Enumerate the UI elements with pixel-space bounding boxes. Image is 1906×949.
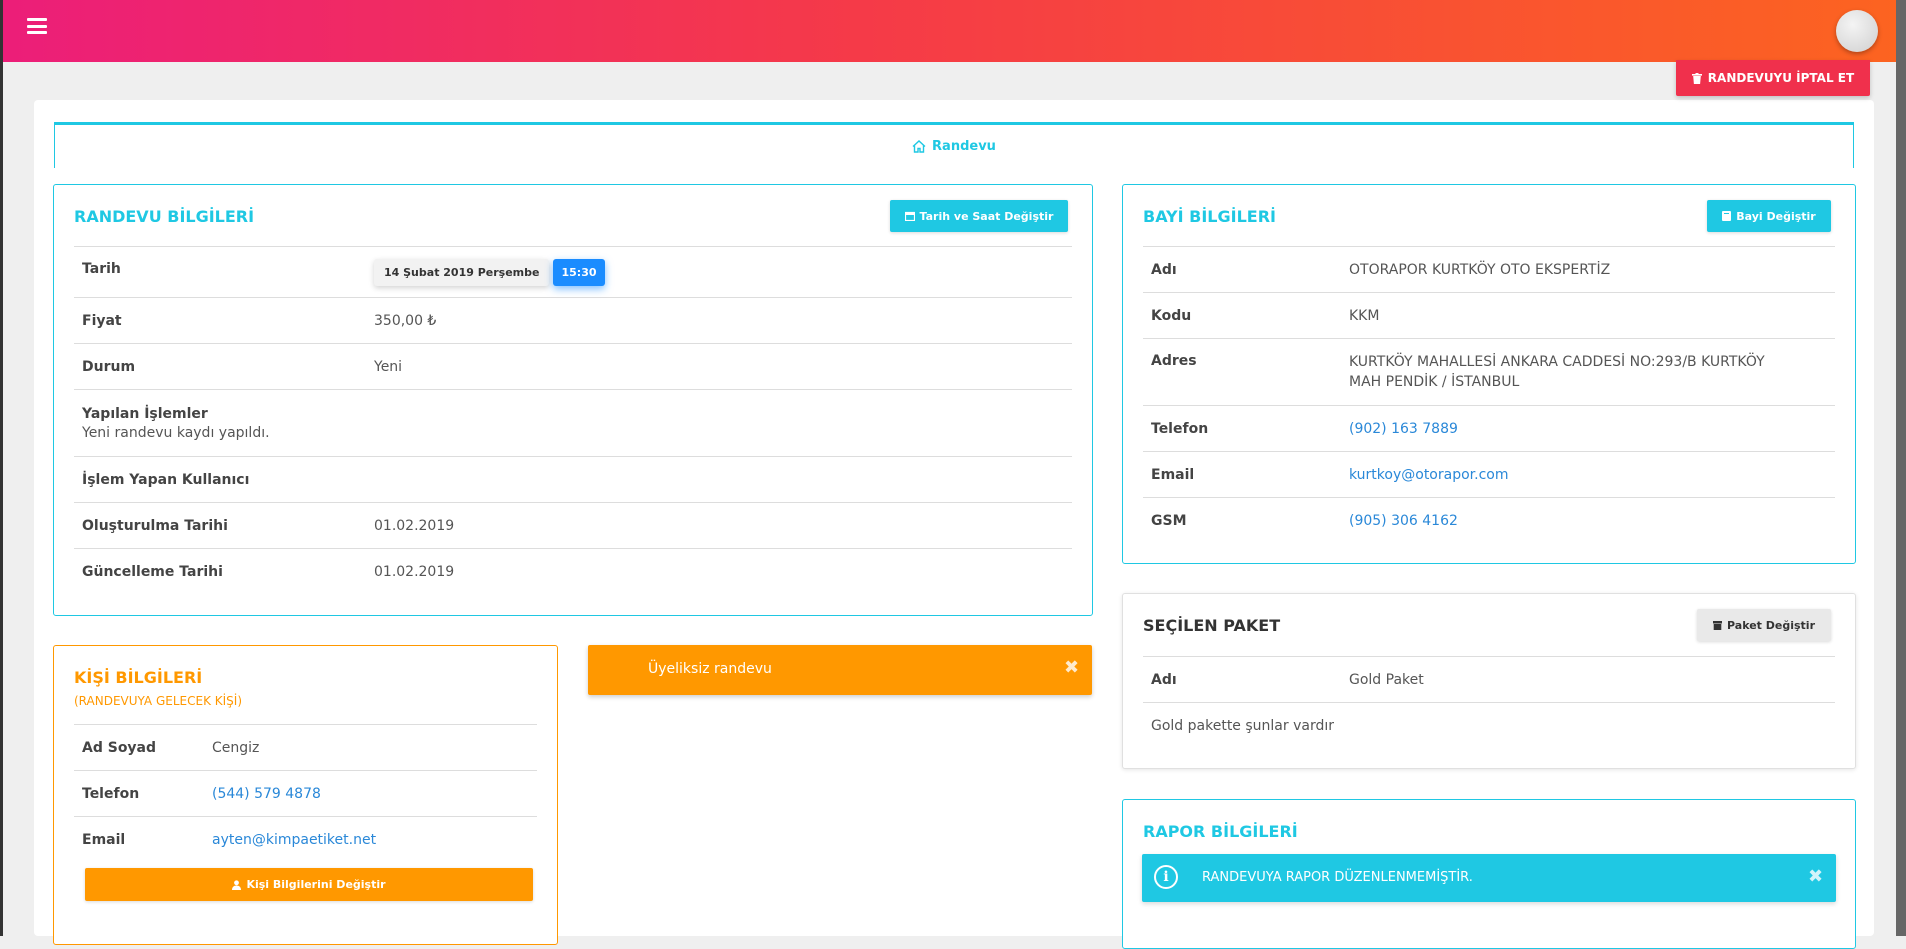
- table-row: İşlem Yapan Kullanıcı: [74, 456, 1072, 502]
- table-row: Telefon (544) 579 4878: [74, 770, 537, 816]
- phone-link[interactable]: (544) 579 4878: [212, 786, 321, 802]
- package-description: Gold pakette şunlar vardır: [1151, 717, 1334, 734]
- phone-link[interactable]: (902) 163 7889: [1349, 421, 1458, 437]
- table-row: Güncelleme Tarihi 01.02.2019: [74, 548, 1072, 594]
- randevu-card: RANDEVU BİLGİLERİ Tarih ve Saat Değiştir…: [53, 184, 1093, 616]
- kisi-table: Ad Soyad Cengiz Telefon (544) 579 4878 E…: [74, 724, 537, 862]
- info-icon: i: [1154, 865, 1178, 889]
- home-icon: [912, 140, 926, 153]
- archive-icon: [1713, 620, 1722, 630]
- table-row: Gold pakette şunlar vardır: [1143, 702, 1835, 748]
- table-row: Adı Gold Paket: [1143, 656, 1835, 702]
- row-value: OTORAPOR KURTKÖY OTO EKSPERTİZ: [1349, 261, 1611, 278]
- row-label: GSM: [1151, 512, 1187, 529]
- row-label: Güncelleme Tarihi: [82, 563, 223, 580]
- cancel-appointment-button[interactable]: RANDEVUYU İPTAL ET: [1676, 60, 1870, 96]
- bayi-title: BAYİ BİLGİLERİ: [1143, 207, 1276, 226]
- row-label: Tarih: [82, 261, 121, 277]
- row-label: Email: [82, 831, 126, 848]
- bayi-table: Adı OTORAPOR KURTKÖY OTO EKSPERTİZ Kodu …: [1143, 246, 1835, 543]
- date-chip: 14 Şubat 2019 Perşembe: [374, 259, 550, 286]
- kisi-title: KİŞİ BİLGİLERİ: [74, 668, 203, 687]
- change-package-label: Paket Değiştir: [1727, 618, 1815, 632]
- table-row: Adı OTORAPOR KURTKÖY OTO EKSPERTİZ: [1143, 246, 1835, 292]
- table-row: Email kurtkoy@otorapor.com: [1143, 451, 1835, 497]
- table-row: Tarih 14 Şubat 2019 Perşembe 15:30: [74, 246, 1072, 297]
- avatar[interactable]: [1836, 10, 1878, 52]
- kisi-card: KİŞİ BİLGİLERİ (RANDEVUYA GELECEK KİŞİ) …: [53, 645, 558, 945]
- window-edge: [0, 62, 3, 936]
- randevu-table: Tarih 14 Şubat 2019 Perşembe 15:30 Fiyat …: [74, 246, 1072, 594]
- top-navbar: [0, 0, 1906, 62]
- cancel-button-label: RANDEVUYU İPTAL ET: [1707, 71, 1855, 85]
- change-package-button[interactable]: Paket Değiştir: [1697, 609, 1831, 641]
- alert-text: RANDEVUYA RAPOR DÜZENLENMEMİŞTİR.: [1202, 870, 1473, 885]
- randevu-title: RANDEVU BİLGİLERİ: [74, 207, 255, 226]
- time-chip: 15:30: [553, 259, 605, 286]
- row-label: Ad Soyad: [82, 739, 157, 756]
- table-row: GSM (905) 306 4162: [1143, 497, 1835, 543]
- row-value: Gold Paket: [1349, 671, 1424, 688]
- email-link[interactable]: ayten@kimpaetiket.net: [212, 832, 376, 848]
- no-report-alert: i RANDEVUYA RAPOR DÜZENLENMEMİŞTİR. ✖: [1142, 854, 1836, 902]
- row-label: Kodu: [1151, 307, 1192, 324]
- calendar-icon: [904, 211, 915, 221]
- email-link[interactable]: kurtkoy@otorapor.com: [1349, 467, 1508, 483]
- bayi-card: BAYİ BİLGİLERİ Bayi Değiştir Adı OTORAPO…: [1122, 184, 1856, 564]
- table-row: Oluşturulma Tarihi 01.02.2019: [74, 502, 1072, 548]
- paket-table: Adı Gold Paket Gold pakette şunlar vardı…: [1143, 656, 1835, 748]
- table-row: Email ayten@kimpaetiket.net: [74, 816, 537, 862]
- row-value: 14 Şubat 2019 Perşembe 15:30: [374, 247, 605, 286]
- row-value: KKM: [1349, 307, 1380, 324]
- tab-randevu[interactable]: Randevu: [54, 122, 1854, 168]
- user-icon: [232, 879, 242, 890]
- trash-icon: [1691, 72, 1702, 84]
- row-value: Cengiz: [212, 739, 260, 756]
- table-row: Kodu KKM: [1143, 292, 1835, 338]
- row-value: 01.02.2019: [374, 517, 455, 534]
- row-label: Yapılan İşlemler: [82, 405, 208, 422]
- alert-text: Üyeliksiz randevu: [648, 661, 772, 677]
- row-label: Adı: [1151, 671, 1177, 688]
- table-row: Durum Yeni: [74, 343, 1072, 389]
- table-row: Fiyat 350,00 ₺: [74, 297, 1072, 343]
- paket-card: SEÇİLEN PAKET Paket Değiştir Adı Gold Pa…: [1122, 593, 1856, 769]
- kisi-subtitle: (RANDEVUYA GELECEK KİŞİ): [74, 694, 242, 708]
- close-icon[interactable]: ✖: [1064, 657, 1079, 678]
- rapor-title: RAPOR BİLGİLERİ: [1143, 822, 1298, 841]
- table-row: Ad Soyad Cengiz: [74, 724, 537, 770]
- book-icon: [1722, 211, 1732, 221]
- row-label: Telefon: [1151, 420, 1209, 437]
- row-label: Email: [1151, 466, 1195, 483]
- row-label: Adres: [1151, 353, 1197, 369]
- tab-label: Randevu: [932, 139, 996, 154]
- gsm-link[interactable]: (905) 306 4162: [1349, 513, 1458, 529]
- row-label: Adı: [1151, 261, 1177, 278]
- row-value: Yeni randevu kaydı yapıldı.: [82, 424, 270, 441]
- change-dealer-label: Bayi Değiştir: [1736, 209, 1816, 223]
- row-label: Durum: [82, 358, 136, 375]
- guest-appointment-alert: Üyeliksiz randevu ✖: [588, 645, 1092, 695]
- paket-title: SEÇİLEN PAKET: [1143, 616, 1281, 635]
- row-label: Oluşturulma Tarihi: [82, 517, 228, 534]
- row-value: 01.02.2019: [374, 563, 455, 580]
- change-datetime-label: Tarih ve Saat Değiştir: [919, 209, 1054, 223]
- row-label: İşlem Yapan Kullanıcı: [82, 471, 250, 488]
- hamburger-icon[interactable]: [27, 18, 47, 34]
- change-person-button[interactable]: Kişi Bilgilerini Değiştir: [85, 868, 533, 901]
- row-value: 350,00 ₺: [374, 312, 437, 329]
- change-dealer-button[interactable]: Bayi Değiştir: [1707, 200, 1831, 232]
- row-value: Yeni: [374, 358, 403, 375]
- window-edge: [1896, 0, 1906, 936]
- change-datetime-button[interactable]: Tarih ve Saat Değiştir: [890, 200, 1068, 232]
- row-label: Fiyat: [82, 312, 122, 329]
- table-row: Telefon (902) 163 7889: [1143, 405, 1835, 451]
- close-icon[interactable]: ✖: [1808, 866, 1823, 887]
- table-row: Yapılan İşlemler Yeni randevu kaydı yapı…: [74, 389, 1072, 456]
- row-label: Telefon: [82, 785, 140, 802]
- table-row: Adres KURTKÖY MAHALLESİ ANKARA CADDESİ N…: [1143, 338, 1835, 405]
- row-value: KURTKÖY MAHALLESİ ANKARA CADDESİ NO:293/…: [1349, 354, 1765, 390]
- change-person-label: Kişi Bilgilerini Değiştir: [246, 878, 386, 891]
